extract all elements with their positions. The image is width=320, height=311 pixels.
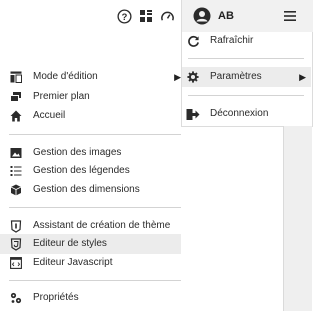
svg-text:?: ? — [121, 11, 127, 21]
logout-label: Déconnexion — [210, 108, 269, 119]
right-panel-edge — [283, 126, 312, 311]
js-editor-menu-item[interactable]: Editeur Javascript — [0, 253, 181, 273]
refresh-label: Rafraîchir — [210, 35, 254, 46]
edit-mode-icon — [9, 70, 23, 84]
edit-mode-label: Mode d'édition — [33, 71, 98, 82]
home-icon — [9, 109, 23, 123]
submenu-caret-icon: ▶ — [299, 72, 306, 82]
foreground-label: Premier plan — [33, 91, 90, 102]
code-window-icon — [9, 256, 23, 270]
properties-menu-item[interactable]: Propriétés — [0, 288, 181, 308]
theme-assistant-label: Assistant de création de thème — [33, 220, 171, 231]
images-label: Gestion des images — [33, 147, 122, 158]
shield-icon — [9, 219, 23, 233]
edit-mode-menu-item[interactable]: Mode d'édition ▶ — [0, 67, 181, 87]
foreground-icon — [9, 90, 23, 104]
menu-separator — [9, 280, 181, 281]
settings-label: Paramètres — [210, 71, 262, 82]
style-editor-menu-item[interactable]: Editeur de styles — [0, 234, 181, 254]
legends-menu-item[interactable]: Gestion des légendes — [0, 161, 181, 181]
properties-icon — [9, 291, 23, 305]
gauge-icon[interactable] — [159, 8, 175, 24]
images-menu-item[interactable]: Gestion des images — [0, 143, 181, 163]
refresh-menu-item[interactable]: Rafraîchir — [186, 31, 306, 51]
theme-assistant-menu-item[interactable]: Assistant de création de thème — [0, 216, 181, 236]
shield-css-icon — [9, 237, 23, 251]
home-menu-item[interactable]: Accueil — [0, 106, 181, 126]
menu-separator — [9, 134, 181, 135]
refresh-icon — [186, 34, 200, 48]
user-menu-separator — [188, 95, 304, 96]
user-initials[interactable]: AB — [218, 8, 234, 24]
properties-label: Propriétés — [33, 292, 79, 303]
logout-menu-item[interactable]: Déconnexion — [186, 104, 306, 124]
list-icon — [9, 164, 23, 178]
js-editor-label: Editeur Javascript — [33, 257, 113, 268]
image-icon — [9, 146, 23, 160]
gear-icon — [186, 70, 200, 84]
logout-icon — [186, 107, 200, 121]
style-editor-label: Editeur de styles — [33, 238, 107, 249]
cube-icon — [9, 183, 23, 197]
submenu-caret-icon: ▶ — [174, 72, 181, 82]
foreground-menu-item[interactable]: Premier plan — [0, 87, 181, 107]
user-menu-separator — [188, 58, 304, 59]
settings-menu-item[interactable]: Paramètres ▶ — [182, 67, 311, 87]
legends-label: Gestion des légendes — [33, 165, 130, 176]
hamburger-icon[interactable] — [283, 9, 297, 23]
home-label: Accueil — [33, 110, 66, 121]
help-circle-icon[interactable]: ? — [116, 8, 132, 24]
grid-icon[interactable] — [138, 8, 154, 24]
menu-separator — [9, 207, 181, 208]
dimensions-label: Gestion des dimensions — [33, 184, 140, 195]
user-avatar-icon[interactable] — [193, 7, 211, 25]
dimensions-menu-item[interactable]: Gestion des dimensions — [0, 180, 181, 200]
